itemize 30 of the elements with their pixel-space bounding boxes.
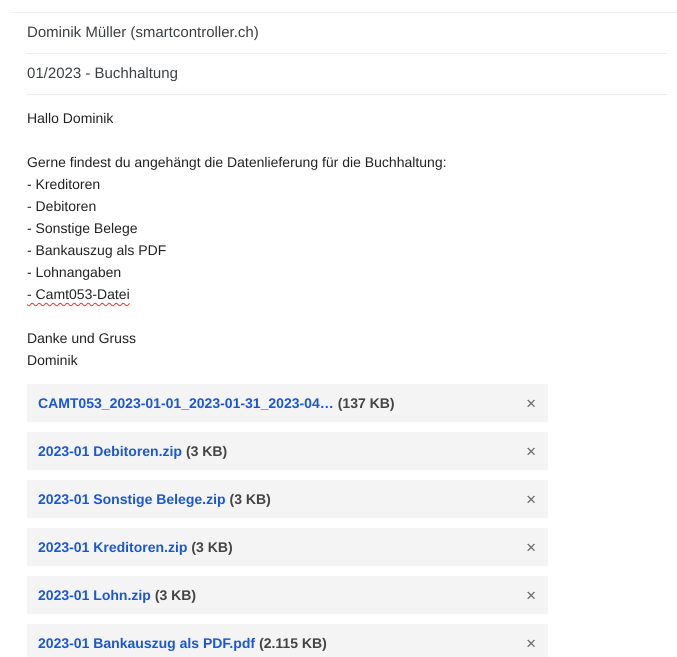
body-text-line: - Bankauszug als PDF [27, 242, 166, 258]
remove-attachment-button[interactable]: × [522, 394, 540, 412]
body-text-line: Gerne findest du angehängt die Datenlieferung für die Buchhaltung: [27, 154, 447, 170]
body-text-line: Danke und Gruss [27, 330, 136, 346]
attachment-link[interactable]: 2023-01 Kreditoren.zip [38, 536, 188, 558]
remove-attachment-button[interactable]: × [522, 442, 540, 460]
file-size: (3 KB) [230, 490, 271, 509]
recipient-field[interactable]: Dominik Müller (smartcontroller.ch) [27, 22, 259, 44]
attachment-link[interactable]: 2023-01 Lohn.zip [38, 584, 151, 606]
remove-attachment-button[interactable]: × [522, 490, 540, 508]
attachment-link[interactable]: CAMT053_2023-01-01_2023-01-31_2023-04… [38, 392, 334, 414]
body-text-line: - Camt053-Datei [27, 286, 130, 302]
file-size: (2.115 KB) [259, 634, 327, 653]
body-text-line: - Debitoren [27, 198, 96, 214]
body-text-line: - Kreditoren [27, 176, 100, 192]
remove-attachment-button[interactable]: × [522, 634, 540, 652]
attachment-link[interactable]: 2023-01 Sonstige Belege.zip [38, 488, 226, 510]
file-size: (3 KB) [186, 442, 228, 461]
subject-field[interactable]: 01/2023 - Buchhaltung [27, 62, 178, 86]
remove-attachment-button[interactable]: × [522, 538, 540, 556]
attachment-link[interactable]: 2023-01 Debitoren.zip [38, 440, 182, 462]
attachment-link[interactable]: 2023-01 Bankauszug als PDF.pdf [38, 632, 256, 654]
body-text-line: - Sonstige Belege [27, 220, 138, 236]
remove-attachment-button[interactable]: × [522, 586, 540, 604]
body-text-line: - Lohnangaben [27, 264, 122, 280]
file-size: (3 KB) [191, 538, 233, 557]
body-text-line: Dominik [27, 352, 78, 368]
file-size: (137 KB) [338, 394, 395, 413]
file-size: (3 KB) [154, 586, 196, 605]
body-text-line: Hallo Dominik [27, 110, 114, 126]
